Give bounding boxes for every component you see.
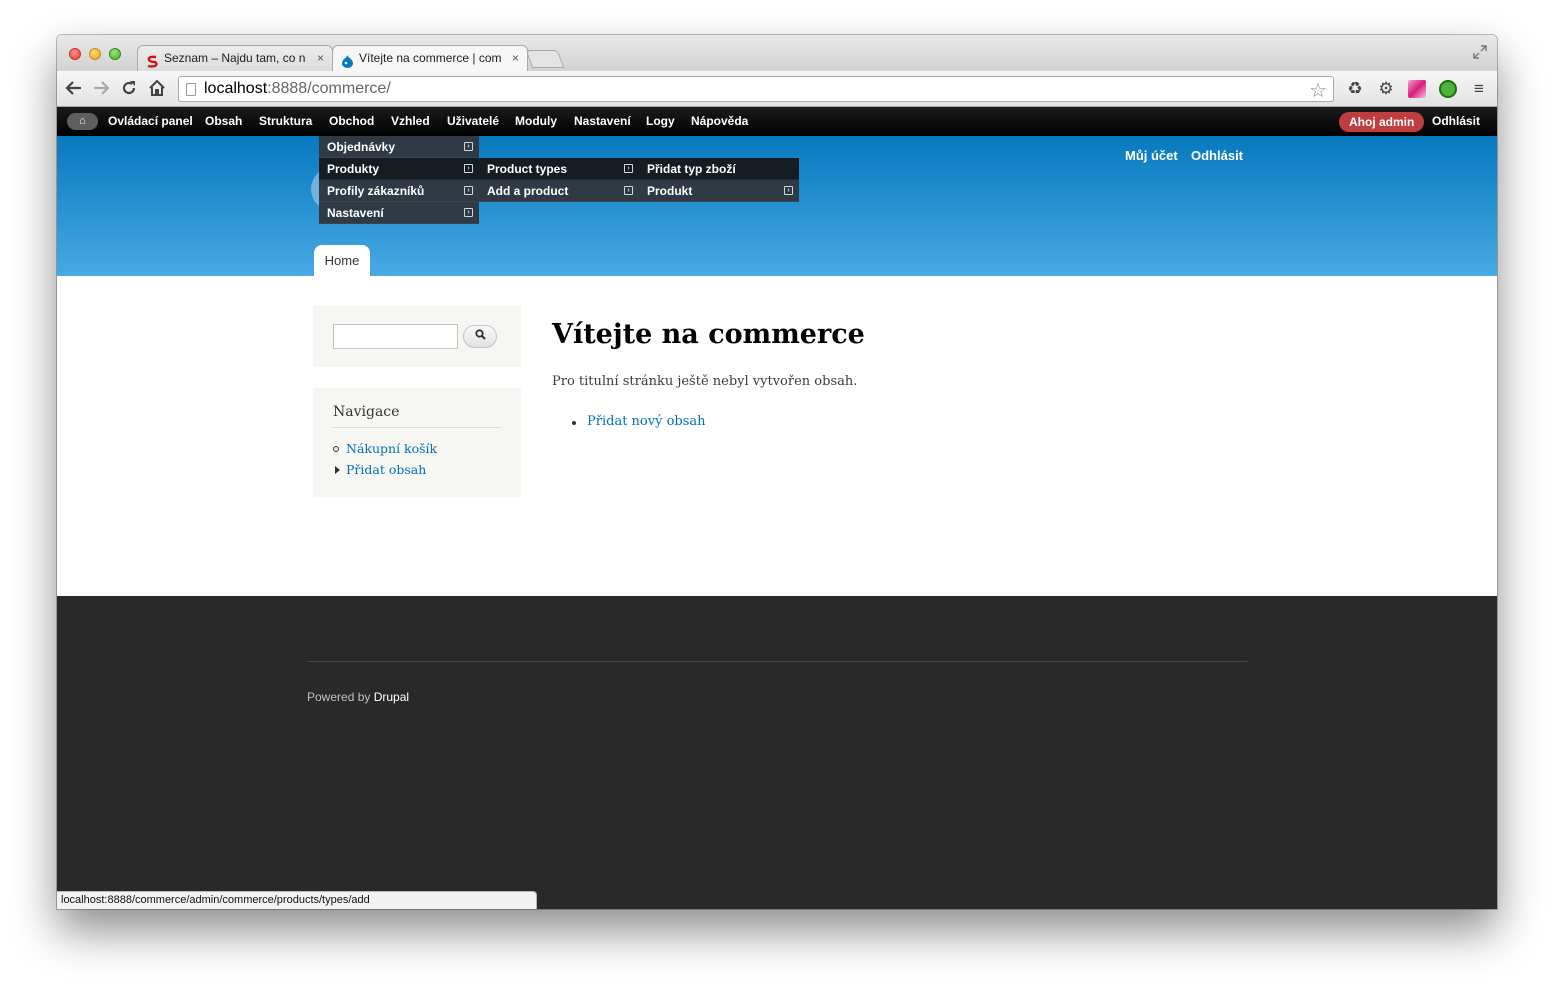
- tab-home[interactable]: Home: [314, 245, 370, 276]
- nav-link-add-content[interactable]: Přidat obsah: [346, 462, 426, 477]
- admin-menu-structure[interactable]: Struktura: [259, 107, 312, 136]
- collapsed-arrow-icon: [335, 466, 340, 474]
- submenu-arrow-icon: ›: [464, 208, 473, 217]
- seznam-icon: [146, 52, 159, 68]
- bookmark-star-icon[interactable]: ☆: [1309, 78, 1327, 103]
- submenu-arrow-icon: ›: [624, 164, 633, 173]
- admin-greeting-badge[interactable]: Ahoj admin: [1339, 112, 1425, 132]
- admin-menu-dashboard[interactable]: Ovládací panel: [108, 107, 193, 136]
- page-title: Vítejte na commerce: [552, 319, 865, 350]
- admin-menu-appearance[interactable]: Vzhled: [391, 107, 430, 136]
- powered-by: Powered by Drupal: [307, 690, 410, 704]
- tab-title: Seznam – Najdu tam, co neznám: [164, 51, 306, 65]
- menu-item-add-product-type[interactable]: Přidat typ zboží: [639, 158, 799, 180]
- drupal-link[interactable]: Drupal: [374, 690, 409, 704]
- site-header: commerce Můj účet Odhlásit Home: [57, 136, 1497, 276]
- fullscreen-icon[interactable]: [1473, 45, 1487, 59]
- admin-home-icon[interactable]: ⌂: [67, 113, 98, 130]
- recycle-extension-icon[interactable]: ♻: [1345, 79, 1365, 99]
- menu-item-product-types[interactable]: Product types ›: [479, 158, 639, 180]
- tab-strip: Seznam – Najdu tam, co neznám × Vítejte …: [57, 35, 1497, 71]
- menu-item-orders[interactable]: Objednávky ›: [319, 136, 479, 158]
- admin-menu-help[interactable]: Nápověda: [691, 107, 748, 136]
- submenu-arrow-icon: ›: [624, 186, 633, 195]
- list-bullet-icon: [333, 446, 339, 452]
- admin-menu-content[interactable]: Obsah: [205, 107, 242, 136]
- search-icon: [474, 329, 486, 340]
- menu-item-products[interactable]: Produkty ›: [319, 158, 479, 180]
- new-tab-button[interactable]: [525, 50, 565, 68]
- color-extension-icon[interactable]: [1407, 79, 1427, 99]
- search-button[interactable]: [463, 325, 497, 348]
- admin-menu-people[interactable]: Uživatelé: [447, 107, 499, 136]
- admin-menu-reports[interactable]: Logy: [646, 107, 675, 136]
- back-icon[interactable]: [64, 79, 84, 99]
- status-bar-url: localhost:8888/commerce/admin/commerce/p…: [57, 891, 537, 909]
- admin-menu-modules[interactable]: Moduly: [515, 107, 557, 136]
- navigation-title: Navigace: [333, 404, 400, 420]
- browser-tab-seznam[interactable]: Seznam – Najdu tam, co neznám ×: [137, 45, 333, 71]
- minimize-window-button[interactable]: [89, 48, 101, 60]
- navigation-divider: [333, 427, 501, 428]
- forward-icon[interactable]: [91, 79, 111, 99]
- product-types-submenu: Přidat typ zboží Produkt ›: [639, 158, 799, 202]
- submenu-arrow-icon: ›: [464, 164, 473, 173]
- nav-link-cart[interactable]: Nákupní košík: [346, 441, 437, 456]
- drupal-icon: [341, 52, 354, 68]
- home-icon[interactable]: [147, 79, 167, 99]
- address-url: localhost:8888/commerce/: [204, 80, 391, 97]
- search-input[interactable]: [333, 324, 458, 349]
- menu-item-settings[interactable]: Nastavení ›: [319, 202, 479, 224]
- menu-item-add-product[interactable]: Add a product ›: [479, 180, 639, 202]
- address-bar[interactable]: localhost:8888/commerce/ ☆: [178, 76, 1334, 102]
- settings-gear-icon[interactable]: ⚙: [1376, 79, 1396, 99]
- browser-toolbar: localhost:8888/commerce/ ☆ ♻ ⚙ ≡: [57, 71, 1497, 107]
- zoom-window-button[interactable]: [109, 48, 121, 60]
- submenu-arrow-icon: ›: [464, 186, 473, 195]
- browser-tab-commerce[interactable]: Vítejte na commerce | commerce ×: [332, 45, 528, 71]
- menu-item-customer-profiles[interactable]: Profily zákazníků ›: [319, 180, 479, 202]
- tab-title: Vítejte na commerce | commerce: [359, 51, 501, 65]
- add-new-content-link[interactable]: Přidat nový obsah: [587, 414, 706, 429]
- tab-close-icon[interactable]: ×: [317, 46, 324, 71]
- store-dropdown-menu: Objednávky › Produkty › Profily zákazníků ›…: [319, 136, 479, 224]
- close-window-button[interactable]: [69, 48, 81, 60]
- list-bullet-icon: [572, 421, 576, 425]
- admin-logout-link[interactable]: Odhlásit: [1432, 107, 1480, 136]
- menu-item-product[interactable]: Produkt ›: [639, 180, 799, 202]
- admin-menu-store[interactable]: Obchod: [329, 107, 374, 136]
- submenu-arrow-icon: ›: [784, 186, 793, 195]
- page-icon: [186, 83, 196, 96]
- evernote-extension-icon[interactable]: [1438, 79, 1458, 99]
- footer-divider: [307, 661, 1247, 662]
- admin-toolbar: ⌂ Ovládací panel Obsah Struktura Obchod …: [57, 107, 1497, 136]
- menu-icon[interactable]: ≡: [1469, 79, 1489, 99]
- browser-window: Seznam – Najdu tam, co neznám × Vítejte …: [57, 35, 1497, 909]
- products-submenu: Product types › Add a product ›: [479, 158, 639, 202]
- site-footer: Powered by Drupal: [57, 596, 1497, 909]
- my-account-link[interactable]: Můj účet: [1125, 148, 1178, 163]
- logout-link[interactable]: Odhlásit: [1191, 148, 1243, 163]
- tab-close-icon[interactable]: ×: [512, 46, 519, 71]
- page-message: Pro titulní stránku ještě nebyl vytvořen…: [552, 374, 858, 389]
- submenu-arrow-icon: ›: [464, 142, 473, 151]
- reload-icon[interactable]: [119, 79, 139, 99]
- admin-menu-config[interactable]: Nastavení: [574, 107, 631, 136]
